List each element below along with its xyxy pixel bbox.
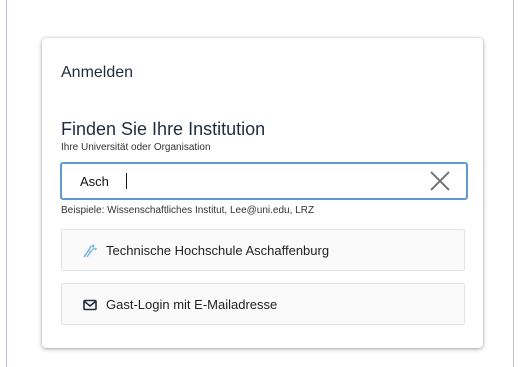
card-title: Anmelden xyxy=(61,64,134,81)
institution-search-box xyxy=(60,162,468,200)
option-label: Technische Hochschule Aschaffenburg xyxy=(106,243,330,258)
envelope-icon xyxy=(82,297,98,313)
search-examples-hint: Beispiele: Wissenschaftliches Institut, … xyxy=(61,205,315,216)
option-label: Gast-Login mit E-Mailadresse xyxy=(106,297,278,312)
institution-logo-icon xyxy=(82,243,98,259)
guest-login-option[interactable]: Gast-Login mit E-Mailadresse xyxy=(61,283,465,325)
clear-search-icon[interactable] xyxy=(428,169,452,193)
institution-search-input[interactable] xyxy=(80,164,420,198)
login-card: Anmelden Finden Sie Ihre Institution Ihr… xyxy=(42,38,483,348)
search-subheading: Ihre Universität oder Organisation xyxy=(61,142,211,153)
institution-option-th-aschaffenburg[interactable]: Technische Hochschule Aschaffenburg xyxy=(61,229,465,271)
text-caret xyxy=(126,173,127,189)
search-heading: Finden Sie Ihre Institution xyxy=(61,119,266,139)
